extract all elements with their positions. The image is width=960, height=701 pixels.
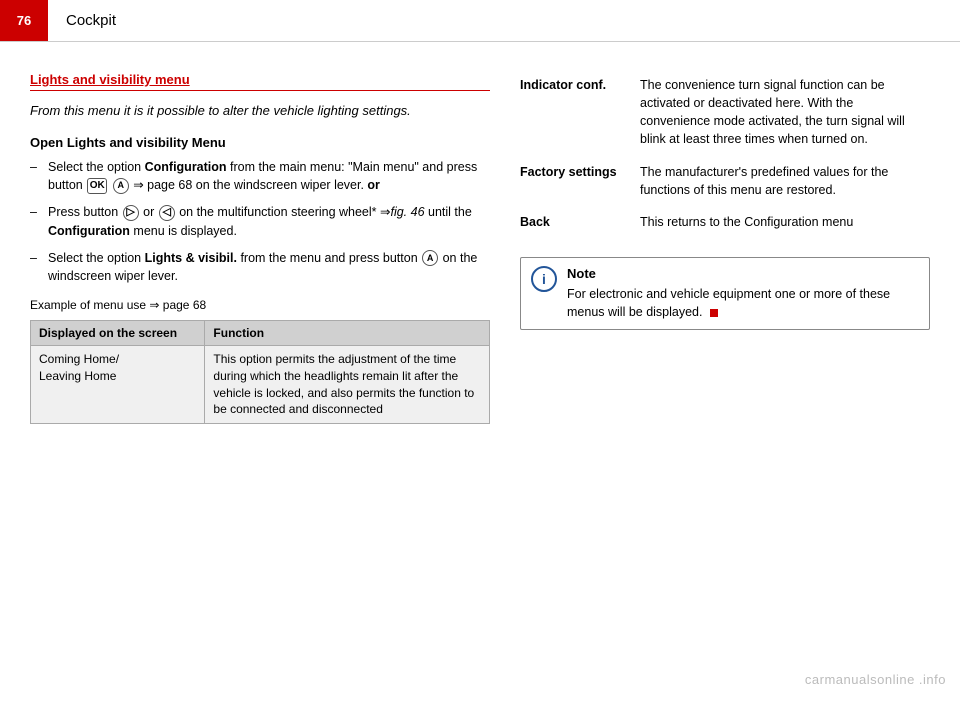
list-item: – Select the option Lights & visibil. fr…	[30, 249, 490, 287]
page-number: 76	[0, 0, 48, 41]
right-column: Indicator conf. The convenience turn sig…	[520, 72, 930, 434]
a-button-icon: A	[113, 178, 129, 194]
bullet-dash: –	[30, 158, 48, 177]
intro-text: From this menu it is it possible to alte…	[30, 101, 490, 121]
table-cell-screen: Coming Home/Leaving Home	[31, 346, 205, 424]
value-back: This returns to the Configuration menu	[640, 209, 930, 241]
bullet-text: Select the option Configuration from the…	[48, 158, 490, 196]
label-indicator: Indicator conf.	[520, 72, 640, 159]
bullet-text: Select the option Lights & visibil. from…	[48, 249, 490, 287]
left-arrow-icon: ◁	[159, 205, 175, 221]
page-title: Cockpit	[48, 12, 116, 29]
note-text: For electronic and vehicle equipment one…	[567, 285, 919, 321]
info-row-indicator: Indicator conf. The convenience turn sig…	[520, 72, 930, 159]
note-content: Note For electronic and vehicle equipmen…	[567, 266, 919, 321]
a-button-icon2: A	[422, 250, 438, 266]
or-label: or	[367, 178, 380, 192]
section-heading: Lights and visibility menu	[30, 72, 490, 91]
bullet-text: Press button ▷ or ◁ on the multifunction…	[48, 203, 490, 241]
list-item: – Select the option Configuration from t…	[30, 158, 490, 196]
term-configuration: Configuration	[145, 160, 227, 174]
table-cell-func: This option permits the adjustment of th…	[205, 346, 490, 424]
label-back: Back	[520, 209, 640, 241]
page-header: 76 Cockpit	[0, 0, 960, 42]
red-marker	[710, 309, 718, 317]
menu-table: Displayed on the screen Function Coming …	[30, 320, 490, 424]
table-row: Coming Home/Leaving Home This option per…	[31, 346, 490, 424]
ok-button-icon: OK	[87, 178, 107, 194]
term-configuration2: Configuration	[48, 224, 130, 238]
col-screen-header: Displayed on the screen	[31, 321, 205, 346]
value-indicator: The convenience turn signal function can…	[640, 72, 930, 159]
col-func-header: Function	[205, 321, 490, 346]
list-item: – Press button ▷ or ◁ on the multifuncti…	[30, 203, 490, 241]
steps-list: – Select the option Configuration from t…	[30, 158, 490, 287]
info-icon: i	[531, 266, 557, 292]
fig-ref: fig. 46	[390, 205, 424, 219]
info-row-back: Back This returns to the Configuration m…	[520, 209, 930, 241]
term-lights: Lights & visibil.	[145, 251, 237, 265]
left-column: Lights and visibility menu From this men…	[30, 72, 490, 434]
note-box: i Note For electronic and vehicle equipm…	[520, 257, 930, 330]
note-title: Note	[567, 266, 919, 281]
label-factory: Factory settings	[520, 159, 640, 209]
bullet-dash: –	[30, 249, 48, 268]
info-row-factory: Factory settings The manufacturer's pred…	[520, 159, 930, 209]
open-heading: Open Lights and visibility Menu	[30, 135, 490, 150]
info-table: Indicator conf. The convenience turn sig…	[520, 72, 930, 241]
main-content: Lights and visibility menu From this men…	[0, 42, 960, 464]
example-text: Example of menu use ⇒ page 68	[30, 298, 490, 312]
value-factory: The manufacturer's predefined values for…	[640, 159, 930, 209]
bullet-dash: –	[30, 203, 48, 222]
watermark: carmanualsonline .info	[805, 672, 946, 687]
right-arrow-icon: ▷	[123, 205, 139, 221]
